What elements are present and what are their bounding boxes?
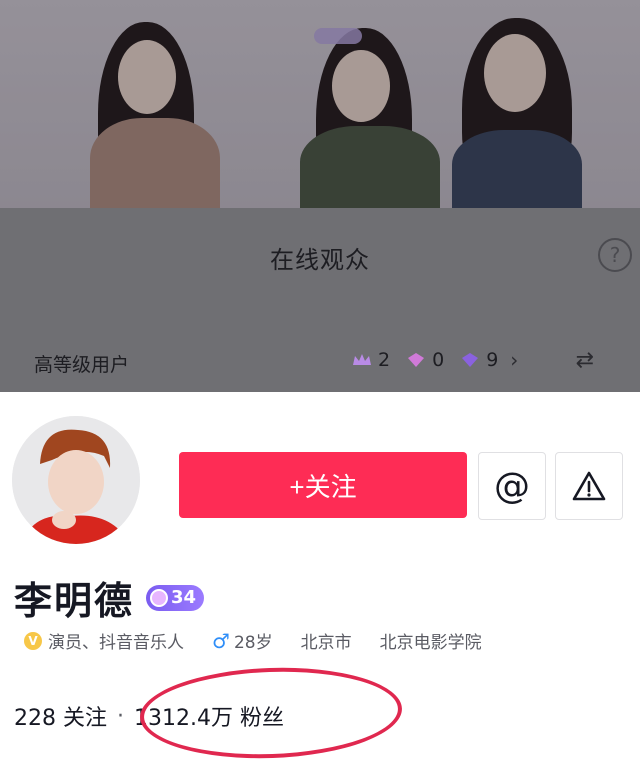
school-tag: 北京电影学院 <box>379 633 482 653</box>
stat-separator: · <box>117 703 125 729</box>
level-badge: 34 <box>146 584 205 611</box>
red-circle-annotation <box>138 663 404 763</box>
level-number: 34 <box>171 587 197 608</box>
swap-icon[interactable]: ⇄ <box>576 348 594 373</box>
follow-button[interactable]: +关注 <box>179 452 467 518</box>
chevron-right-icon: › <box>510 348 519 372</box>
high-level-users-row[interactable]: 高等级用户 2 0 9 › ⇄ <box>0 336 640 388</box>
gem-purple-count: 9 <box>486 349 499 371</box>
following-label: 关注 <box>63 706 108 731</box>
level-icon <box>150 588 169 607</box>
high-level-users-label: 高等级用户 <box>34 354 130 376</box>
avatar-image <box>12 416 140 544</box>
report-button[interactable] <box>555 452 623 520</box>
badge-counts: 2 0 9 › <box>352 348 518 372</box>
avatar[interactable] <box>12 416 140 544</box>
panel-title: 在线观众 <box>270 246 370 274</box>
profile-tags: V 演员、抖音音乐人 ♂ 28岁 北京市 北京电影学院 <box>24 628 510 653</box>
crown-icon <box>353 354 371 365</box>
question-circle-icon[interactable]: ? <box>598 238 632 272</box>
online-audience-panel: 在线观众 ? 高等级用户 2 0 9 › ⇄ <box>0 208 640 392</box>
audience-overlay: 在线观众 ? 高等级用户 2 0 9 › ⇄ <box>0 0 640 392</box>
user-name: 李明德 <box>14 579 135 623</box>
at-icon: @ <box>494 465 530 507</box>
stream-photo <box>0 0 640 208</box>
following-count: 228 <box>14 706 56 731</box>
following-stat[interactable]: 228 关注 <box>14 700 107 732</box>
gem-pink-count: 0 <box>432 349 445 371</box>
age-tag: 28岁 <box>233 633 273 653</box>
male-icon: ♂ <box>212 628 230 653</box>
city-tag: 北京市 <box>300 633 352 653</box>
warning-triangle-icon <box>572 471 606 501</box>
occupation-tag: 演员、抖音音乐人 <box>48 633 184 653</box>
v-badge-icon: V <box>24 631 42 650</box>
gem-pink-icon <box>408 353 425 367</box>
gem-purple-icon <box>462 353 479 367</box>
mention-button[interactable]: @ <box>478 452 546 520</box>
name-row: 李明德 34 <box>14 570 205 625</box>
crown-count: 2 <box>378 349 391 371</box>
